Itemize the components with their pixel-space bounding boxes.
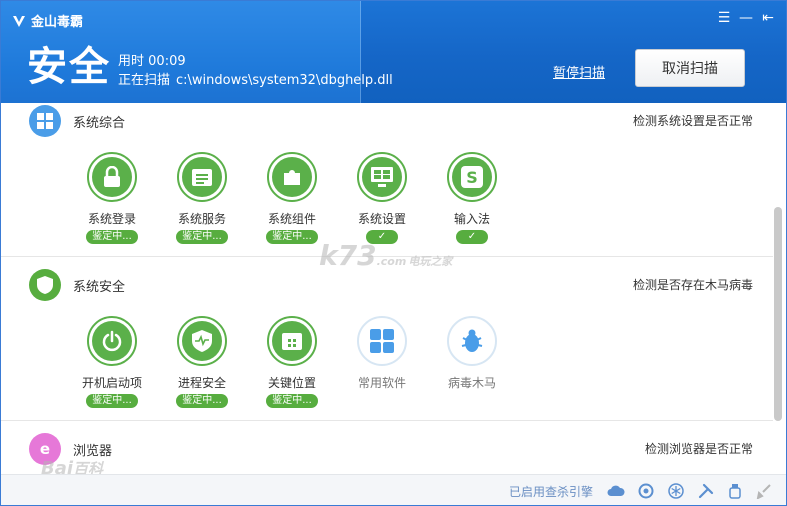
item-label: 常用软件 — [357, 376, 406, 390]
section-divider — [1, 420, 773, 421]
item-process-security[interactable]: 进程安全 鉴定中... — [157, 316, 247, 408]
status-check-badge: ✓ — [456, 230, 488, 244]
snowflake-icon[interactable] — [666, 481, 686, 501]
menu-icon[interactable]: ☰ — [715, 9, 733, 27]
minimize-icon[interactable]: — — [737, 9, 755, 27]
broom-icon[interactable] — [754, 481, 774, 501]
app-logo: 金山毒霸 — [11, 11, 83, 30]
app-logo-text: 金山毒霸 — [31, 15, 84, 30]
item-label: 病毒木马 — [447, 376, 496, 390]
scan-time-label: 用时 — [118, 54, 145, 69]
scanning-path: c:\windows\system32\dbghelp.dll — [176, 73, 393, 88]
shield-logo-icon — [13, 15, 25, 27]
safety-status: 安全 — [27, 44, 111, 90]
item-virus-trojan[interactable]: 病毒木马 — [427, 316, 517, 391]
apps-icon — [357, 316, 407, 366]
bug-icon — [447, 316, 497, 366]
shield-icon — [29, 269, 61, 301]
vertical-scrollbar-thumb[interactable] — [774, 207, 782, 421]
k73-watermark: k73.com 电玩之家 — [319, 239, 452, 272]
puzzle-icon — [267, 152, 317, 202]
lock-icon — [87, 152, 137, 202]
antivirus-window: 金山毒霸 安全 用时 00:09 正在扫描 c:\windows\system32… — [0, 0, 787, 506]
monitor-icon — [357, 152, 407, 202]
item-common-software[interactable]: 常用软件 — [337, 316, 427, 391]
section-description: 检测是否存在木马病毒 — [632, 278, 753, 292]
scan-time-value: 00:09 — [148, 54, 186, 69]
section-system-general: 系统综合 — [29, 105, 125, 137]
item-label: 开机启动项 — [81, 376, 142, 390]
status-badge: 鉴定中... — [176, 230, 228, 244]
tools-icon[interactable] — [696, 481, 716, 501]
item-system-components[interactable]: 系统组件 鉴定中... — [247, 152, 337, 244]
svg-text:S: S — [466, 168, 478, 187]
section-title: 浏览器 — [73, 443, 113, 459]
scanning-label: 正在扫描 — [118, 73, 171, 88]
item-label: 系统组件 — [267, 212, 316, 226]
k73-watermark-text: k73 — [319, 239, 377, 272]
scan-time: 用时 00:09 — [118, 50, 186, 69]
cancel-scan-button[interactable]: 取消扫描 — [635, 49, 745, 87]
shield-pulse-icon — [177, 316, 227, 366]
item-system-login[interactable]: 系统登录 鉴定中... — [67, 152, 157, 244]
status-badge: 鉴定中... — [266, 394, 318, 408]
k73-watermark-sub: 电玩之家 — [408, 255, 453, 268]
engine-ring-icon[interactable] — [636, 481, 656, 501]
item-label: 关键位置 — [267, 376, 316, 390]
section-system-security: 系统安全 — [29, 269, 125, 301]
header: 金山毒霸 安全 用时 00:09 正在扫描 c:\windows\system32… — [1, 1, 786, 103]
cloud-icon[interactable] — [606, 481, 626, 501]
services-folder-icon — [177, 152, 227, 202]
restore-icon[interactable]: ⇤ — [759, 9, 777, 27]
item-label: 系统登录 — [87, 212, 136, 226]
status-badge: 鉴定中... — [266, 230, 318, 244]
item-label: 系统设置 — [357, 212, 406, 226]
item-input-method[interactable]: S 输入法 ✓ — [427, 152, 517, 244]
item-label: 进程安全 — [177, 376, 226, 390]
section-description: 检测浏览器是否正常 — [644, 442, 753, 456]
item-startup-items[interactable]: 开机启动项 鉴定中... — [67, 316, 157, 408]
item-key-locations[interactable]: 关键位置 鉴定中... — [247, 316, 337, 408]
usb-shield-icon[interactable] — [725, 481, 745, 501]
input-method-icon: S — [447, 152, 497, 202]
k73-watermark-domain: .com — [376, 255, 407, 268]
item-label: 输入法 — [453, 212, 490, 226]
item-label: 系统服务 — [177, 212, 226, 226]
section-title: 系统综合 — [73, 115, 126, 131]
item-system-settings[interactable]: 系统设置 ✓ — [337, 152, 427, 244]
windows-icon — [29, 105, 61, 137]
scan-progress: 正在扫描 c:\windows\system32\dbghelp.dll — [118, 69, 399, 88]
item-system-services[interactable]: 系统服务 鉴定中... — [157, 152, 247, 244]
power-icon — [87, 316, 137, 366]
svg-text:e: e — [40, 440, 50, 458]
section-description: 检测系统设置是否正常 — [632, 114, 753, 128]
folder-grid-icon — [267, 316, 317, 366]
status-badge: 鉴定中... — [86, 394, 138, 408]
footer-bar: 已启用查杀引擎 — [1, 474, 786, 505]
status-badge: 鉴定中... — [86, 230, 138, 244]
engine-status-link[interactable]: 已启用查杀引擎 — [509, 483, 593, 500]
section-title: 系统安全 — [73, 279, 126, 295]
pause-scan-link[interactable]: 暂停扫描 — [553, 62, 605, 81]
status-badge: 鉴定中... — [176, 394, 228, 408]
